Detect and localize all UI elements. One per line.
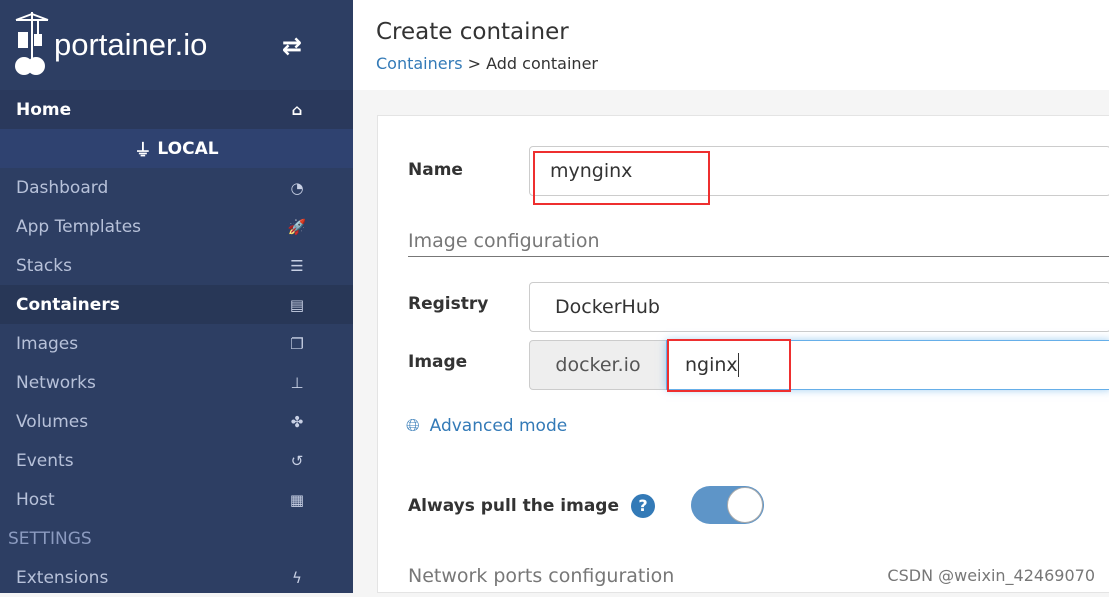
image-configuration-heading: Image configuration: [408, 230, 1109, 257]
th-icon: ▦: [289, 490, 305, 509]
sidebar-item-label: Events: [16, 450, 74, 471]
sidebar-item-extensions[interactable]: Extensions ϟ: [0, 558, 353, 597]
sidebar-item-label: Dashboard: [16, 177, 109, 198]
globe-icon: 🌐︎: [406, 416, 420, 436]
sidebar-item-events[interactable]: Events ↺: [0, 441, 353, 480]
breadcrumb-containers-link[interactable]: Containers: [376, 54, 463, 73]
sidebar-item-label: App Templates: [16, 216, 142, 237]
sidebar-item-label: Host: [16, 489, 55, 510]
sidebar-item-label: Home: [16, 99, 72, 120]
sidebar-item-label: Stacks: [16, 255, 72, 276]
advanced-mode-link[interactable]: 🌐︎ Advanced mode: [406, 416, 567, 436]
page-title: Create container: [376, 19, 569, 45]
sidebar-item-stacks[interactable]: Stacks ☰: [0, 246, 353, 285]
image-registry-prefix: docker.io: [529, 340, 667, 390]
breadcrumb: Containers > Add container: [376, 54, 598, 73]
exchange-icon[interactable]: ⇄: [282, 32, 302, 60]
always-pull-text: Always pull the image: [408, 496, 619, 516]
endpoint-header: ⏚ LOCAL: [0, 129, 353, 168]
image-label: Image: [408, 352, 468, 372]
page-header: Create container Containers > Add contai…: [353, 0, 1109, 90]
sidebar-item-dashboard[interactable]: Dashboard ◔: [0, 168, 353, 207]
settings-heading: SETTINGS: [0, 519, 353, 558]
sidebar-item-home[interactable]: Home ⌂: [0, 90, 353, 129]
sitemap-icon: ⊥: [290, 373, 304, 392]
history-icon: ↺: [290, 451, 304, 470]
registry-label: Registry: [408, 294, 489, 314]
question-circle-icon[interactable]: ?: [631, 494, 655, 518]
server-icon: ▤: [289, 295, 305, 314]
tachometer-icon: ◔: [290, 178, 304, 197]
logo-text: portainer.io: [54, 27, 208, 62]
sidebar-item-volumes[interactable]: Volumes ✤: [0, 402, 353, 441]
sidebar-item-label: Containers: [16, 294, 120, 315]
always-pull-toggle[interactable]: [691, 486, 764, 524]
sidebar-item-label: Volumes: [16, 411, 89, 432]
sidebar-item-images[interactable]: Images ❐: [0, 324, 353, 363]
clone-icon: ❐: [290, 334, 304, 353]
sidebar-item-label: Extensions: [16, 567, 109, 588]
sidebar: portainer.io ⇄ Home ⌂ ⏚ LOCAL Dashboard ◔ Ap…: [0, 0, 353, 593]
sidebar-item-app-templates[interactable]: App Templates 🚀: [0, 207, 353, 246]
plug-icon: ⏚: [134, 141, 152, 161]
sidebar-item-label: Images: [16, 333, 79, 354]
crane-logo-icon: [15, 12, 49, 75]
advanced-mode-label: Advanced mode: [429, 416, 568, 436]
registry-select[interactable]: DockerHub: [529, 282, 1109, 332]
rocket-icon: 🚀: [287, 217, 307, 236]
settings-label: SETTINGS: [8, 528, 92, 549]
th-list-icon: ☰: [290, 256, 304, 275]
watermark: CSDN @weixin_42469070: [887, 566, 1095, 585]
bolt-icon: ϟ: [292, 568, 302, 587]
registry-value: DockerHub: [555, 296, 660, 318]
endpoint-name: LOCAL: [157, 138, 219, 159]
home-icon: ⌂: [291, 100, 303, 119]
sidebar-item-label: Networks: [16, 372, 96, 393]
sidebar-item-networks[interactable]: Networks ⊥: [0, 363, 353, 402]
highlight-box: [667, 339, 791, 392]
sidebar-item-containers[interactable]: Containers ▤: [0, 285, 353, 324]
highlight-box: [533, 151, 710, 205]
always-pull-label: Always pull the image?: [408, 494, 655, 518]
sidebar-item-host[interactable]: Host ▦: [0, 480, 353, 519]
name-label: Name: [408, 160, 463, 180]
breadcrumb-current: > Add container: [462, 54, 598, 73]
toggle-knob: [727, 487, 763, 523]
create-container-form: Name mynginx Image configuration Registr…: [377, 115, 1109, 593]
cubes-icon: ✤: [290, 412, 304, 431]
portainer-logo[interactable]: portainer.io: [14, 10, 254, 80]
